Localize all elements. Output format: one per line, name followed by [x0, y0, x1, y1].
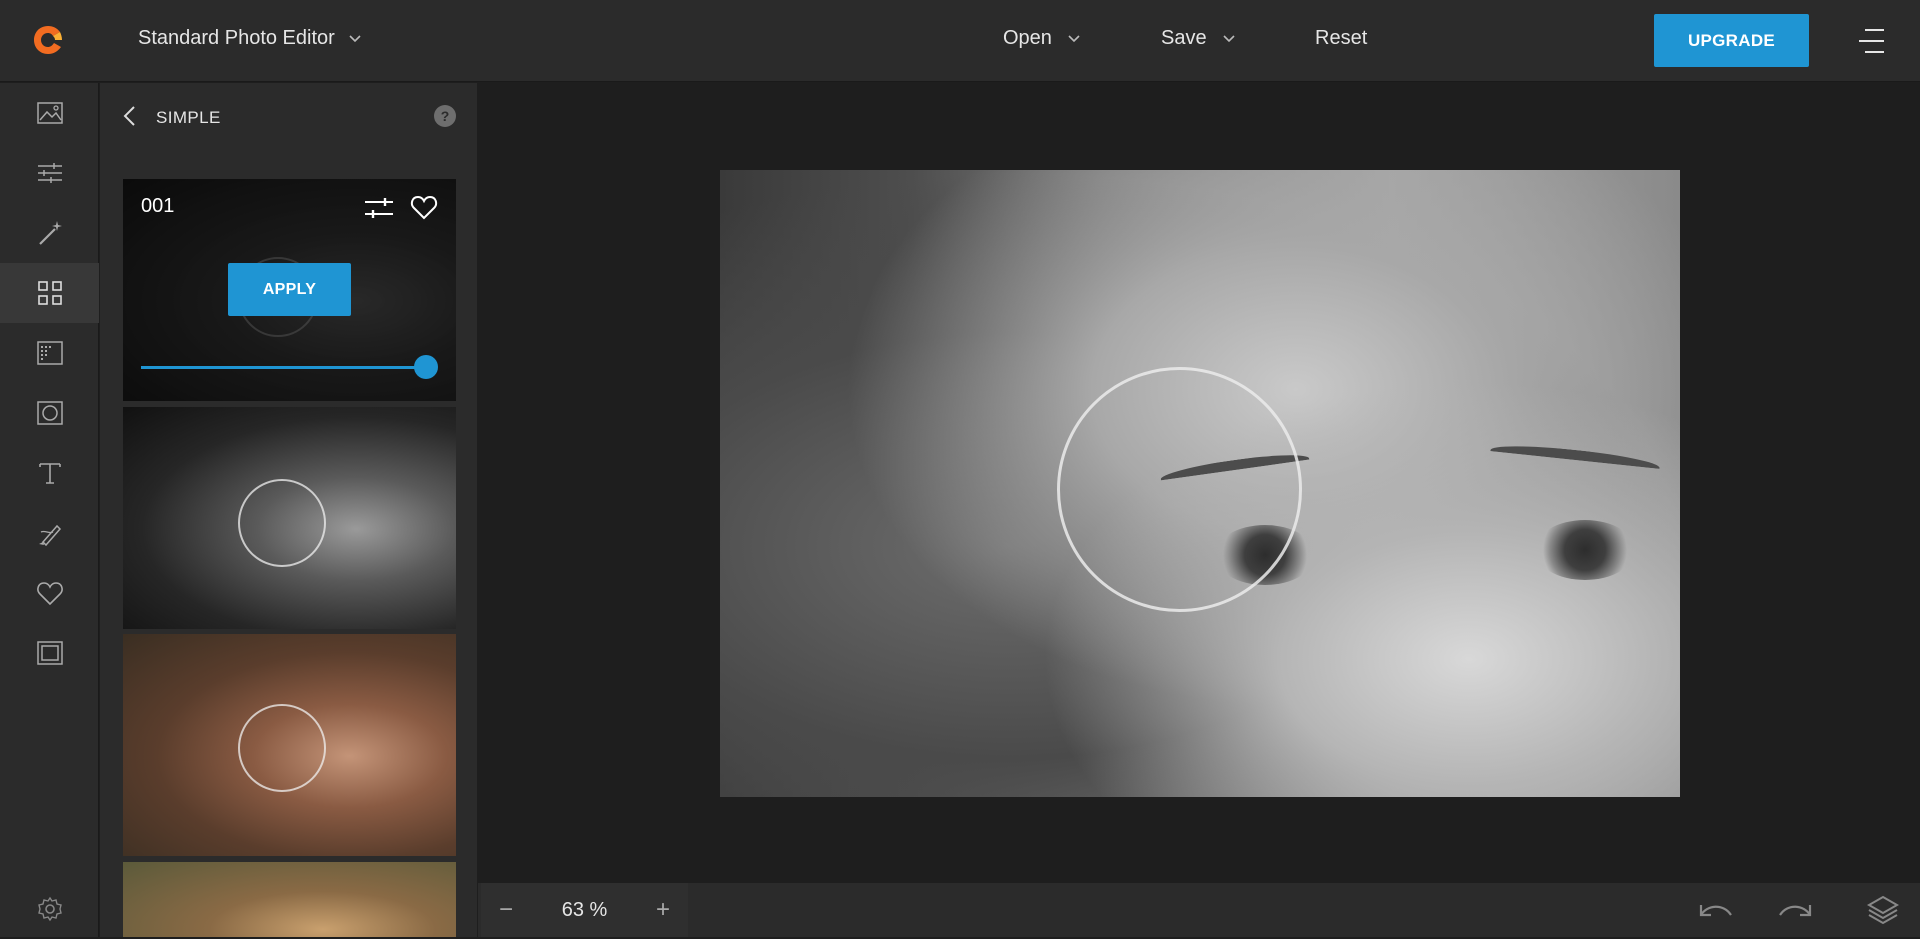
apply-button[interactable]: APPLY	[228, 263, 351, 316]
photo-overlay-circle	[1057, 367, 1302, 612]
frame-icon	[36, 641, 63, 665]
filter-thumbnail[interactable]	[123, 862, 456, 937]
magic-wand-icon	[38, 221, 62, 245]
frame-tool[interactable]	[0, 623, 99, 683]
heart-icon	[36, 582, 63, 606]
panel-title: SIMPLE	[156, 108, 221, 127]
image-icon	[36, 102, 63, 124]
effects-tool[interactable]	[0, 203, 99, 263]
save-menu[interactable]: Save	[1161, 27, 1235, 50]
texture-tool[interactable]	[0, 323, 99, 383]
photo-detail	[1489, 441, 1661, 477]
settings-button[interactable]	[0, 879, 99, 939]
reset-label: Reset	[1315, 27, 1368, 49]
app-logo-icon[interactable]	[32, 24, 64, 56]
vignette-tool[interactable]	[0, 383, 99, 443]
help-icon[interactable]: ?	[434, 105, 456, 127]
edited-photo[interactable]	[720, 170, 1680, 797]
bottom-toolbar: − 63 % +	[478, 883, 1920, 937]
filter-thumbnail[interactable]	[123, 407, 456, 629]
image-tool[interactable]	[0, 83, 99, 143]
reset-button[interactable]: Reset	[1315, 27, 1367, 50]
layers-icon[interactable]	[1863, 895, 1903, 925]
texture-icon	[36, 341, 63, 365]
filter-panel: SIMPLE ? 001 APPLY	[100, 83, 477, 937]
brush-icon	[38, 524, 61, 547]
photo-detail	[1535, 520, 1635, 580]
filter-preview-circle	[238, 479, 326, 567]
filter-label: 001	[141, 195, 175, 217]
adjust-sliders-icon[interactable]	[363, 195, 395, 221]
tool-rail	[0, 83, 99, 937]
save-label: Save	[1161, 27, 1207, 49]
draw-tool[interactable]	[0, 503, 99, 563]
zoom-in-button[interactable]: +	[638, 883, 688, 937]
adjust-tool[interactable]	[0, 143, 99, 203]
chevron-down-icon	[349, 34, 361, 42]
text-icon	[38, 463, 61, 484]
filter-preview-circle	[238, 704, 326, 792]
open-menu[interactable]: Open	[1003, 27, 1080, 50]
chevron-down-icon	[1223, 34, 1235, 42]
filter-thumbnail-selected[interactable]: 001 APPLY	[123, 179, 456, 401]
back-arrow-icon[interactable]	[122, 105, 136, 127]
editor-mode-dropdown[interactable]: Standard Photo Editor	[138, 27, 361, 50]
zoom-level: 63 %	[561, 898, 608, 921]
favorite-heart-icon[interactable]	[410, 194, 438, 220]
redo-icon[interactable]	[1776, 895, 1816, 925]
chevron-down-icon	[1068, 34, 1080, 42]
filters-tool[interactable]	[0, 263, 99, 323]
intensity-slider-track[interactable]	[141, 366, 426, 369]
undo-icon[interactable]	[1695, 895, 1735, 925]
favorites-tool[interactable]	[0, 563, 99, 623]
open-label: Open	[1003, 27, 1052, 49]
zoom-out-button[interactable]: −	[481, 883, 531, 937]
intensity-slider-handle[interactable]	[414, 355, 438, 379]
filter-thumbnail[interactable]	[123, 634, 456, 856]
text-tool[interactable]	[0, 443, 99, 503]
zoom-controls: − 63 % +	[481, 883, 688, 937]
hamburger-menu-icon[interactable]	[1857, 28, 1885, 54]
top-bar: Standard Photo Editor Open Save Reset UP…	[0, 0, 1920, 82]
vignette-icon	[36, 401, 63, 425]
gear-icon	[37, 896, 62, 922]
upgrade-button[interactable]: UPGRADE	[1654, 14, 1809, 67]
app-title: Standard Photo Editor	[138, 27, 335, 49]
panel-header: SIMPLE ?	[100, 83, 477, 149]
sliders-icon	[37, 163, 62, 183]
grid-icon	[37, 281, 62, 305]
